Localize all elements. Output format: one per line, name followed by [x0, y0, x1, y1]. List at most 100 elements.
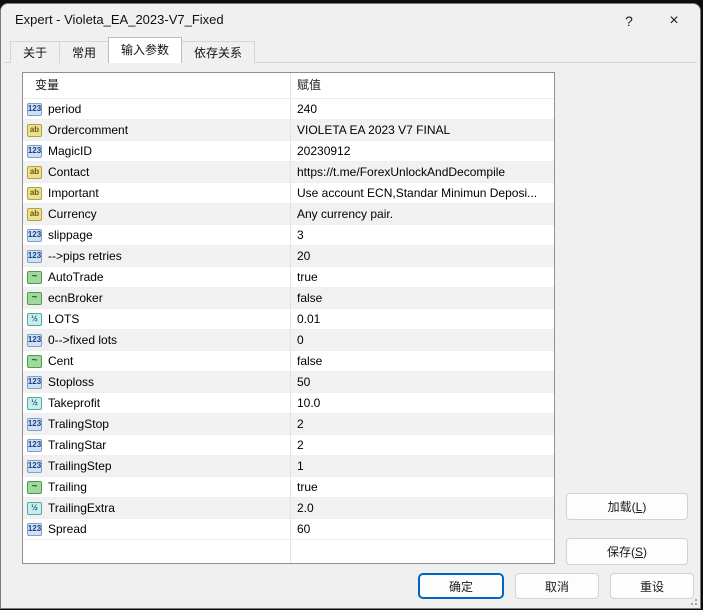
table-row[interactable]: 123 -->pips retries 20 — [23, 246, 554, 267]
variable-cell: 123 MagicID — [23, 141, 290, 161]
value-cell[interactable]: 20230912 — [290, 141, 554, 161]
parameters-table: 变量 赋值 123 period 240 ab Ordercomment VIO… — [22, 72, 555, 564]
value-cell[interactable]: 60 — [290, 519, 554, 539]
table-row[interactable]: ab Currency Any currency pair. — [23, 204, 554, 225]
variable-name: period — [48, 102, 81, 116]
table-row[interactable]: 123 TrailingStep 1 — [23, 456, 554, 477]
table-row[interactable]: 123 TralingStop 2 — [23, 414, 554, 435]
help-button[interactable]: ? — [610, 5, 648, 36]
table-row[interactable]: 123 period 240 — [23, 99, 554, 120]
variable-cell: 123 0-->fixed lots — [23, 330, 290, 350]
table-row[interactable]: ½ Takeprofit 10.0 — [23, 393, 554, 414]
dbl-type-icon: ½ — [27, 313, 42, 326]
variable-cell: 123 period — [23, 99, 290, 119]
variable-name: Trailing — [48, 480, 87, 494]
variable-cell: ~ AutoTrade — [23, 267, 290, 287]
table-row[interactable]: 123 Spread 60 — [23, 519, 554, 540]
value-cell[interactable]: Any currency pair. — [290, 204, 554, 224]
value-cell[interactable]: 2 — [290, 435, 554, 455]
value-cell[interactable]: 3 — [290, 225, 554, 245]
title-bar[interactable]: Expert - Violeta_EA_2023-V7_Fixed ? × — [1, 4, 700, 38]
value-cell[interactable]: 10.0 — [290, 393, 554, 413]
save-button-label-suffix: ) — [643, 545, 647, 559]
variable-cell: ~ Trailing — [23, 477, 290, 497]
tab-dependencies[interactable]: 依存关系 — [181, 41, 255, 63]
value-cell[interactable]: https://t.me/ForexUnlockAndDecompile — [290, 162, 554, 182]
variable-cell: ab Contact — [23, 162, 290, 182]
ok-button[interactable]: 确定 — [418, 573, 504, 599]
save-mnemonic: S — [635, 545, 643, 559]
tab-inputs[interactable]: 输入参数 — [108, 37, 182, 63]
variable-cell: 123 TralingStop — [23, 414, 290, 434]
table-row[interactable]: ~ Trailing true — [23, 477, 554, 498]
variable-name: LOTS — [48, 312, 79, 326]
int-type-icon: 123 — [27, 439, 42, 452]
int-type-icon: 123 — [27, 460, 42, 473]
table-header-row: 变量 赋值 — [23, 73, 554, 99]
value-cell[interactable]: VIOLETA EA 2023 V7 FINAL — [290, 120, 554, 140]
variable-cell: ab Ordercomment — [23, 120, 290, 140]
table-row[interactable]: 123 TralingStar 2 — [23, 435, 554, 456]
close-button[interactable]: × — [655, 5, 693, 36]
resize-grip[interactable] — [687, 595, 697, 605]
tab-common[interactable]: 常用 — [59, 41, 109, 63]
param-table-body: 123 period 240 ab Ordercomment VIOLETA E… — [23, 99, 554, 540]
variable-name: -->pips retries — [48, 249, 122, 263]
variable-name: slippage — [48, 228, 93, 242]
value-cell[interactable]: 0 — [290, 330, 554, 350]
value-cell[interactable]: 1 — [290, 456, 554, 476]
table-row[interactable]: 123 Stoploss 50 — [23, 372, 554, 393]
load-mnemonic: L — [636, 500, 643, 514]
value-cell[interactable]: 2.0 — [290, 498, 554, 518]
tab-about[interactable]: 关于 — [10, 41, 60, 63]
value-cell[interactable]: 2 — [290, 414, 554, 434]
tab-dependencies-label: 依存关系 — [194, 46, 242, 60]
column-header-variable[interactable]: 变量 — [23, 73, 290, 98]
tab-common-label: 常用 — [72, 46, 96, 60]
value-cell[interactable]: true — [290, 477, 554, 497]
table-row[interactable]: ab Contact https://t.me/ForexUnlockAndDe… — [23, 162, 554, 183]
dbl-type-icon: ½ — [27, 502, 42, 515]
variable-cell: ab Currency — [23, 204, 290, 224]
value-cell[interactable]: true — [290, 267, 554, 287]
reset-button[interactable]: 重设 — [610, 573, 694, 599]
bool-type-icon: ~ — [27, 271, 42, 284]
value-cell[interactable]: 20 — [290, 246, 554, 266]
table-row[interactable]: ab Ordercomment VIOLETA EA 2023 V7 FINAL — [23, 120, 554, 141]
value-cell[interactable]: 0.01 — [290, 309, 554, 329]
value-cell[interactable]: 240 — [290, 99, 554, 119]
table-row[interactable]: 123 slippage 3 — [23, 225, 554, 246]
dbl-type-icon: ½ — [27, 397, 42, 410]
value-cell[interactable]: false — [290, 351, 554, 371]
variable-name: Cent — [48, 354, 73, 368]
load-button[interactable]: 加载(L) — [566, 493, 688, 520]
table-row[interactable]: ~ Cent false — [23, 351, 554, 372]
table-row[interactable]: 123 0-->fixed lots 0 — [23, 330, 554, 351]
table-row[interactable]: ab Important Use account ECN,Standar Min… — [23, 183, 554, 204]
int-type-icon: 123 — [27, 250, 42, 263]
variable-name: Stoploss — [48, 375, 94, 389]
column-header-value[interactable]: 赋值 — [290, 73, 554, 98]
variable-cell: 123 slippage — [23, 225, 290, 245]
table-row[interactable]: ~ ecnBroker false — [23, 288, 554, 309]
variable-name: 0-->fixed lots — [48, 333, 117, 347]
variable-name: TrailingStep — [48, 459, 112, 473]
variable-cell: 123 Stoploss — [23, 372, 290, 392]
load-button-label: 加载( — [608, 498, 636, 515]
cancel-button[interactable]: 取消 — [515, 573, 599, 599]
value-cell[interactable]: false — [290, 288, 554, 308]
variable-cell: ~ ecnBroker — [23, 288, 290, 308]
table-row[interactable]: 123 MagicID 20230912 — [23, 141, 554, 162]
value-cell[interactable]: Use account ECN,Standar Minimun Deposi..… — [290, 183, 554, 203]
value-cell[interactable]: 50 — [290, 372, 554, 392]
str-type-icon: ab — [27, 124, 42, 137]
window-title: Expert - Violeta_EA_2023-V7_Fixed — [15, 4, 224, 36]
table-row[interactable]: ½ TrailingExtra 2.0 — [23, 498, 554, 519]
variable-cell: ½ TrailingExtra — [23, 498, 290, 518]
table-row[interactable]: ½ LOTS 0.01 — [23, 309, 554, 330]
variable-cell: ½ Takeprofit — [23, 393, 290, 413]
table-row[interactable]: ~ AutoTrade true — [23, 267, 554, 288]
save-button[interactable]: 保存(S) — [566, 538, 688, 565]
variable-name: AutoTrade — [48, 270, 104, 284]
variable-name: Currency — [48, 207, 97, 221]
